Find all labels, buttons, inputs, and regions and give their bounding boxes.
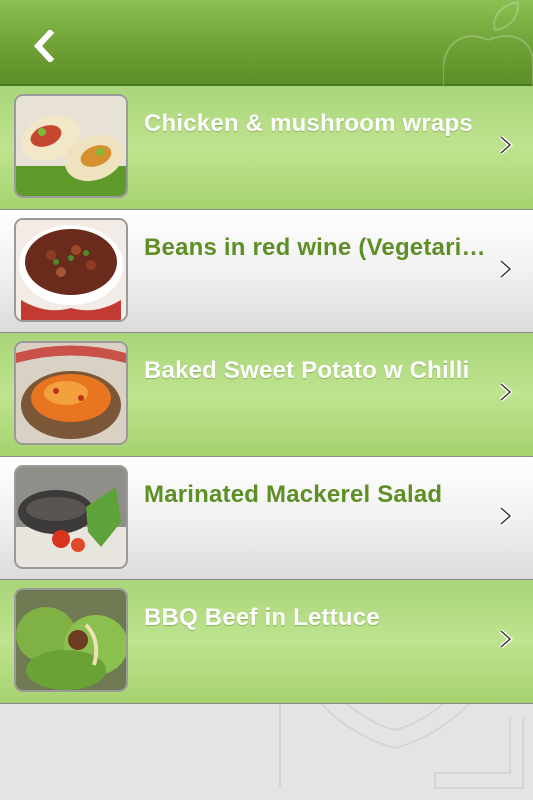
back-button[interactable] xyxy=(22,24,66,68)
apple-logo-icon xyxy=(443,0,533,86)
lettuce-beef-photo xyxy=(14,588,128,692)
recipe-title: Baked Sweet Potato w Chilli xyxy=(144,357,470,384)
chevron-right-icon xyxy=(499,506,514,525)
recipe-title: Chicken & mushroom wraps xyxy=(144,110,473,137)
recipe-title: BBQ Beef in Lettuce xyxy=(144,604,380,631)
recipe-row[interactable]: Baked Sweet Potato w Chilli xyxy=(0,333,533,457)
recipe-row[interactable]: Marinated Mackerel Salad xyxy=(0,456,533,580)
chevron-right-icon xyxy=(499,135,514,155)
sweet-potato-photo xyxy=(14,341,128,445)
recipe-title: Beans in red wine (Vegetari… xyxy=(144,233,486,261)
beans-photo xyxy=(14,217,128,322)
recipe-row[interactable]: Beans in red wine (Vegetari… xyxy=(0,209,533,333)
app-screen: Chicken & mushroom wraps Beans in red wi… xyxy=(0,0,533,800)
mackerel-photo xyxy=(14,464,128,569)
recipe-row[interactable]: Chicken & mushroom wraps xyxy=(0,86,533,210)
chevron-right-icon xyxy=(499,382,514,402)
chevron-right-icon xyxy=(499,629,514,649)
wrap-photo xyxy=(14,94,128,198)
recipe-list: Chicken & mushroom wraps Beans in red wi… xyxy=(0,86,533,704)
recipe-row[interactable]: BBQ Beef in Lettuce xyxy=(0,580,533,704)
chevron-right-icon xyxy=(499,259,514,278)
nav-header xyxy=(0,0,533,86)
recipe-title: Marinated Mackerel Salad xyxy=(144,480,443,508)
chevron-left-icon xyxy=(33,30,55,62)
